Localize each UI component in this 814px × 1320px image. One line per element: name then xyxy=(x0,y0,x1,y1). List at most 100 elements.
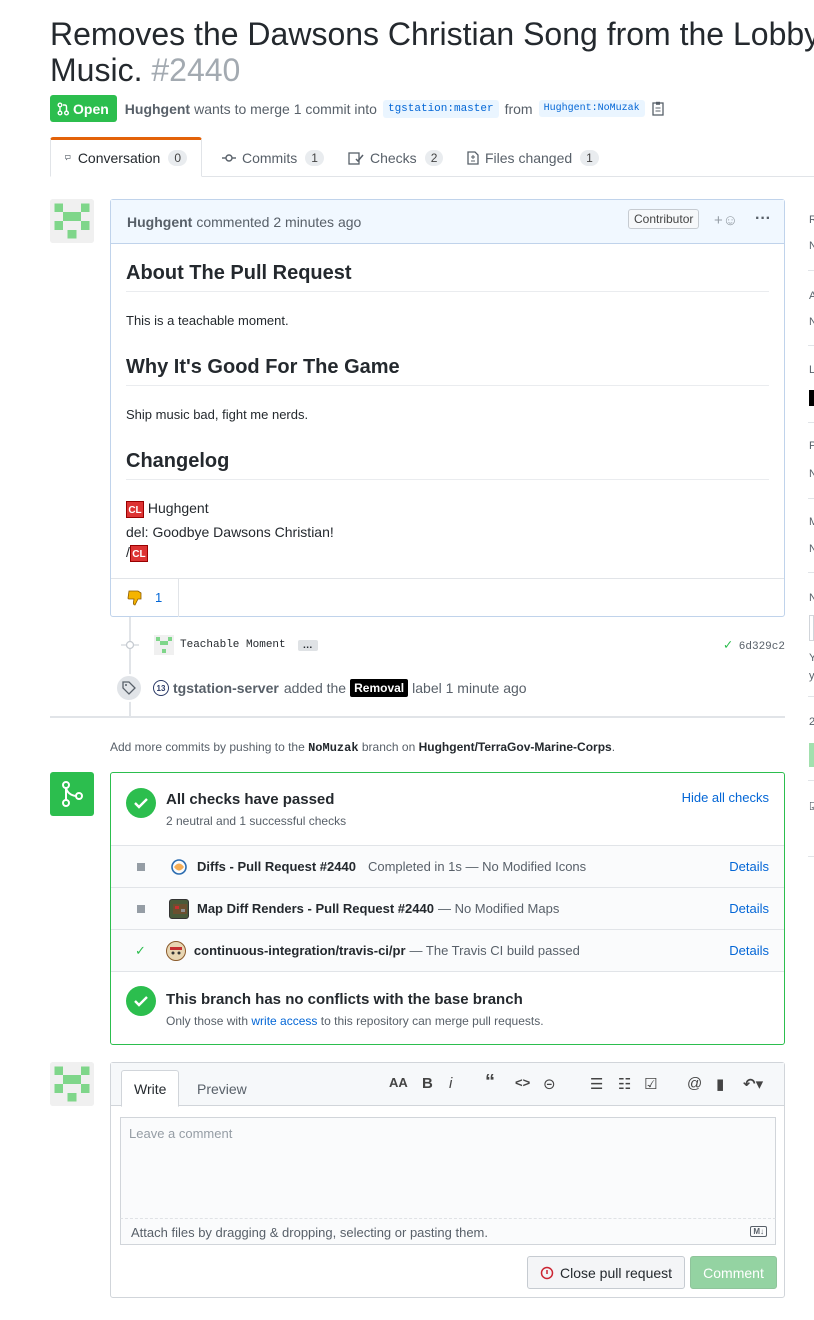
changelog-author-line: CL Hughgent xyxy=(126,500,209,518)
paragraph: Ship music bad, fight me nerds. xyxy=(126,407,309,422)
head-ref[interactable]: Hughgent:NoMuzak xyxy=(538,100,645,117)
code-icon[interactable]: <> xyxy=(515,1075,530,1090)
close-pr-icon xyxy=(540,1266,554,1279)
label-removal[interactable]: Removal xyxy=(350,679,409,697)
check-circle-icon xyxy=(126,986,156,1016)
tab-commits[interactable]: Commits 1 xyxy=(208,138,338,177)
markdown-icon: M↓ xyxy=(750,1226,767,1237)
check-icon: ✓ xyxy=(723,637,733,654)
check-name: Map Diff Renders - Pull Request #2440 xyxy=(197,901,434,916)
tab-checks[interactable]: Checks 2 xyxy=(334,138,457,177)
checks-summary: 2 neutral and 1 successful checks xyxy=(166,814,347,828)
heading-about: About The Pull Request xyxy=(126,262,769,292)
reply-icon[interactable]: ↶▾ xyxy=(743,1075,763,1093)
comment-header: Hughgent commented 2 minutes ago Contrib… xyxy=(111,200,784,244)
pr-title: Removes the Dawsons Christian Song from … xyxy=(50,16,814,88)
tab-files-changed[interactable]: Files changed 1 xyxy=(453,138,613,177)
pr-number: #2440 xyxy=(151,52,241,88)
bullet-list-icon[interactable]: ☰ xyxy=(590,1075,603,1093)
label-event: 13 tgstation-server added the Removal la… xyxy=(115,673,785,703)
thumbs-down-icon xyxy=(127,590,142,605)
thumbs-down-reaction[interactable]: 1 xyxy=(111,578,179,617)
tab-write[interactable]: Write xyxy=(121,1070,180,1107)
add-reaction-icon[interactable]: +☺ xyxy=(714,212,738,229)
branch-name: NoMuzak xyxy=(308,741,359,755)
more-options-icon[interactable]: ··· xyxy=(755,210,771,228)
check-name: continuous-integration/travis-ci/pr xyxy=(193,943,406,958)
text-size-icon[interactable]: AA xyxy=(389,1075,408,1090)
task-list-icon[interactable]: ☑ xyxy=(644,1075,657,1093)
base-ref[interactable]: tgstation:master xyxy=(382,99,499,118)
file-diff-icon xyxy=(467,150,479,165)
details-link[interactable]: Details xyxy=(729,859,769,874)
git-merge-icon xyxy=(62,781,83,807)
hide-checks-button[interactable]: Hide all checks xyxy=(682,790,769,805)
state-badge: Open xyxy=(50,95,117,122)
mention-icon[interactable]: @ xyxy=(687,1075,702,1092)
pr-meta: Open Hughgent wants to merge 1 commit in… xyxy=(50,95,665,122)
details-link[interactable]: Details xyxy=(729,901,769,916)
pr-tabs: Conversation 0 Commits 1 Checks 2 Files cha… xyxy=(50,137,814,177)
comment-icon xyxy=(65,155,71,161)
diffs-app-icon xyxy=(169,857,189,877)
heading-why: Why It's Good For The Game xyxy=(126,356,769,386)
comment-author[interactable]: Hughgent xyxy=(127,214,192,230)
event-actor[interactable]: tgstation-server xyxy=(173,680,279,696)
server-avatar[interactable]: 13 xyxy=(153,680,169,696)
changelog-close: / CL xyxy=(126,544,148,562)
italic-icon[interactable]: i xyxy=(449,1075,452,1092)
check-row: ✓ continuous-integration/travis-ci/pr — … xyxy=(111,929,784,971)
expand-commit-button[interactable]: … xyxy=(297,639,318,651)
check-circle-icon xyxy=(126,788,156,818)
commit-sha[interactable]: ✓ 6d329c2 xyxy=(724,637,785,654)
author-link[interactable]: Hughgent xyxy=(125,101,190,117)
conflict-heading: This branch has no conflicts with the ba… xyxy=(166,991,523,1008)
tab-preview[interactable]: Preview xyxy=(185,1070,259,1107)
avatar[interactable] xyxy=(50,1062,94,1106)
reactions-bar: 1 xyxy=(111,578,784,617)
timeline-divider xyxy=(50,716,785,718)
attach-files-bar[interactable]: Attach files by dragging & dropping, sel… xyxy=(120,1218,776,1245)
sidebar-edge: R N A N L P N M N N Y y 2 ☑ xyxy=(808,200,814,880)
tab-conversation[interactable]: Conversation 0 xyxy=(50,137,202,177)
role-badge: Contributor xyxy=(628,209,700,229)
commit-icon xyxy=(121,640,139,650)
write-access-link[interactable]: write access xyxy=(251,1014,317,1028)
checks-heading: All checks have passed xyxy=(166,791,335,808)
changelog-entry: del: Goodbye Dawsons Christian! xyxy=(126,524,334,540)
details-link[interactable]: Details xyxy=(729,943,769,958)
changelog-icon: CL xyxy=(129,544,148,562)
comment-button[interactable]: Comment xyxy=(690,1256,777,1289)
commit-row: Teachable Moment … ✓ 6d329c2 xyxy=(120,633,785,657)
neutral-status-icon xyxy=(137,904,145,913)
tag-icon xyxy=(115,674,143,702)
editor-toolbar: Write Preview AA B i “ <> ⊝ ☰ ☷ ☑ @ ▮ ↶▾ xyxy=(111,1063,784,1107)
checklist-icon xyxy=(348,151,364,165)
clipboard-icon[interactable] xyxy=(651,101,665,116)
close-pull-request-button[interactable]: Close pull request xyxy=(527,1256,685,1289)
check-row: Diffs - Pull Request #2440 Completed in … xyxy=(111,845,784,887)
comment-editor: Write Preview AA B i “ <> ⊝ ☰ ☷ ☑ @ ▮ ↶▾… xyxy=(110,1062,785,1298)
comment-timestamp[interactable]: commented 2 minutes ago xyxy=(196,214,361,230)
commit-avatar[interactable] xyxy=(154,635,174,655)
success-check-icon: ✓ xyxy=(135,942,146,958)
merge-status-icon xyxy=(50,772,94,816)
pull-request-icon xyxy=(57,102,69,115)
link-icon[interactable]: ⊝ xyxy=(543,1075,556,1093)
commit-icon xyxy=(222,153,236,162)
avatar[interactable] xyxy=(50,199,94,243)
heading-changelog: Changelog xyxy=(126,450,769,480)
quote-icon[interactable]: “ xyxy=(485,1071,495,1094)
merge-box: All checks have passed 2 neutral and 1 s… xyxy=(110,772,785,1045)
map-diff-app-icon xyxy=(169,898,189,919)
changelog-icon: CL xyxy=(126,500,144,518)
conflict-note: Only those with write access to this rep… xyxy=(166,1014,544,1028)
repo-link[interactable]: Hughgent/TerraGov-Marine-Corps xyxy=(419,740,612,754)
conflict-section: This branch has no conflicts with the ba… xyxy=(111,971,784,1044)
saved-replies-icon[interactable]: ▮ xyxy=(716,1075,724,1093)
bold-icon[interactable]: B xyxy=(422,1075,433,1092)
numbered-list-icon[interactable]: ☷ xyxy=(618,1075,631,1093)
check-name: Diffs - Pull Request #2440 xyxy=(197,859,356,874)
commit-message[interactable]: Teachable Moment xyxy=(180,639,286,651)
comment-box: Hughgent commented 2 minutes ago Contrib… xyxy=(110,199,785,617)
